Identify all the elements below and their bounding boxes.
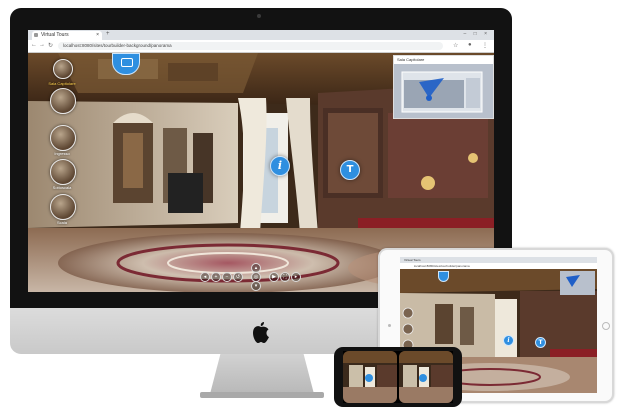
arrow-left-icon[interactable]: ←: [31, 42, 37, 48]
tablet-text-hotspot[interactable]: T: [535, 337, 546, 348]
window-controls[interactable]: – □ ×: [464, 31, 491, 37]
imac-foot: [200, 392, 324, 398]
scene-label: Scala: [56, 220, 67, 225]
camera-icon: [121, 58, 133, 67]
floor-plan-minimap[interactable]: Sala Capitolare: [393, 55, 494, 119]
scene-thumbnail[interactable]: [50, 125, 76, 151]
play-button[interactable]: ▶: [269, 272, 279, 282]
tablet-camera-icon: [388, 324, 391, 327]
pan-down-button[interactable]: ▾: [251, 281, 261, 291]
pan-right-button[interactable]: ▸: [291, 272, 301, 282]
scene-label-active: Sala Capitolare: [48, 81, 76, 86]
star-icon[interactable]: ☆: [453, 42, 458, 49]
close-tab-icon[interactable]: ×: [96, 32, 99, 38]
address-bar: ← → ↻ localhost:8080/sites/tourbuilder-b…: [28, 40, 494, 53]
zoom-in-button[interactable]: +: [211, 272, 221, 282]
new-tab-button[interactable]: +: [106, 31, 110, 37]
scene-thumbnail[interactable]: [53, 59, 73, 79]
info-hotspot[interactable]: i: [270, 156, 290, 176]
fullscreen-button[interactable]: ⛶: [280, 272, 290, 282]
favicon-icon: [34, 33, 38, 37]
menu-icon[interactable]: ⋮: [482, 42, 488, 49]
tab-title: Virtual Tours: [41, 32, 69, 38]
arrow-right-icon[interactable]: →: [39, 42, 45, 48]
scene-thumbnail[interactable]: [50, 159, 76, 185]
account-icon[interactable]: ●: [468, 42, 472, 48]
minimap-title: Sala Capitolare: [394, 56, 493, 64]
apple-logo-icon: [253, 322, 269, 343]
phone-device: [334, 347, 462, 407]
vr-left-eye: [343, 351, 397, 403]
scene-label: Ingresso: [54, 151, 70, 156]
pan-left-button[interactable]: ◂: [200, 272, 210, 282]
tablet-home-button[interactable]: [602, 322, 610, 330]
tablet-info-hotspot[interactable]: i: [503, 335, 514, 346]
tablet-screenshot-button[interactable]: [438, 271, 449, 282]
floor-plan: [401, 71, 483, 113]
scene-thumbnail-list: Sala Capitolare Ingresso Sottoscala Scal…: [36, 57, 90, 257]
scene-thumbnail[interactable]: [50, 194, 76, 220]
imac-stand: [210, 354, 314, 394]
scene-label: Sottoscala: [52, 185, 72, 190]
browser-tab[interactable]: Virtual Tours ×: [32, 31, 102, 40]
navigation-controls: ▴ ◂ + − ↺ ◎ ▶ ⛶ ▸ ▾: [200, 263, 310, 291]
browser-tab-strip: Virtual Tours × + – □ ×: [28, 30, 494, 40]
reload-icon[interactable]: ↻: [48, 42, 53, 49]
scene-thumbnail[interactable]: [50, 88, 76, 114]
rotate-button[interactable]: ↺: [233, 272, 243, 282]
zoom-out-button[interactable]: −: [222, 272, 232, 282]
url-field[interactable]: localhost:8080/sites/tourbuilder-backgro…: [58, 42, 443, 50]
phone-vr-view[interactable]: [343, 351, 453, 403]
vr-right-eye: [399, 351, 453, 403]
webcam-icon: [257, 14, 261, 18]
text-hotspot[interactable]: T: [340, 160, 360, 180]
